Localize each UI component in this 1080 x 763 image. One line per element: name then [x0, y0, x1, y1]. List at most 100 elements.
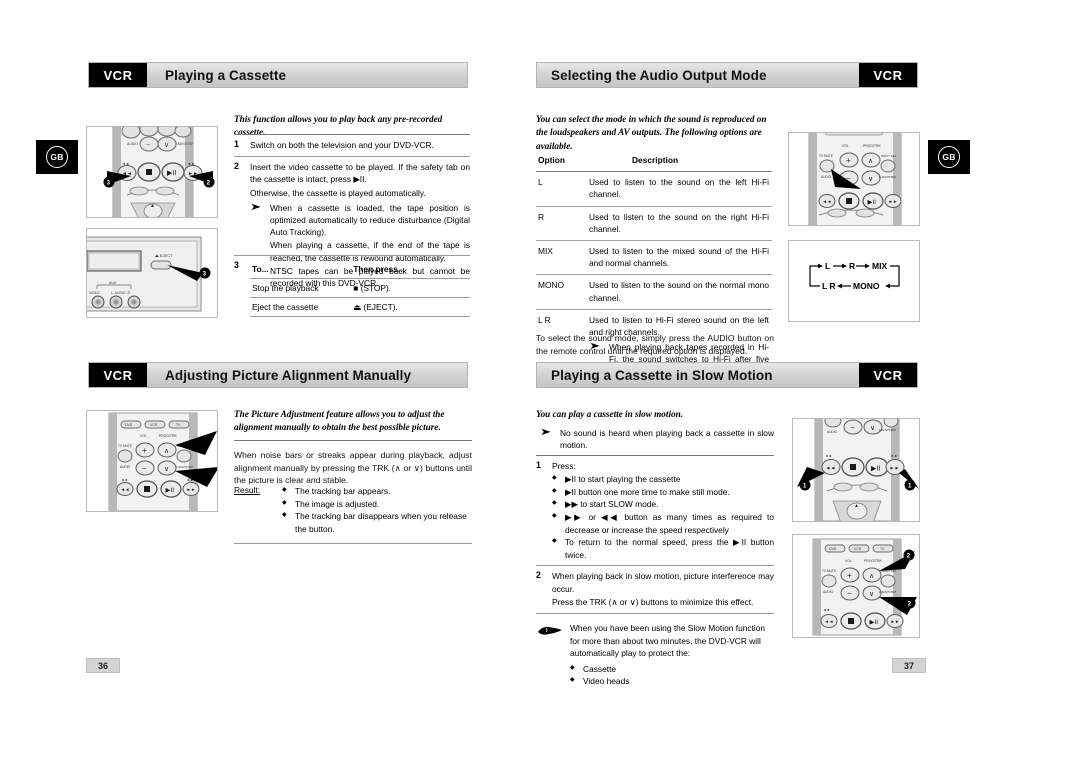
language-badge-right-label: GB	[938, 146, 960, 168]
cell-press: ■ (STOP).	[351, 278, 470, 298]
svg-text:►►: ►►	[891, 619, 900, 624]
svg-text:▶II: ▶II	[166, 487, 175, 494]
svg-text:−: −	[146, 142, 150, 149]
illustration-remote-transport-buttons: AUDIO F.ADV/STEP − ∨ ◄◄ ◄◄ ▶II ►► ►► ▲ 3…	[86, 126, 218, 218]
svg-text:◄◄: ◄◄	[826, 466, 836, 472]
step-row: 2 When playing back in slow motion, pict…	[536, 565, 774, 613]
svg-text:▲: ▲	[150, 203, 155, 209]
step-text: Press: ▶II to start playing the cassette…	[552, 460, 774, 561]
step-number: 1	[234, 139, 239, 149]
press-list: ▶II to start playing the cassette ▶II bu…	[552, 473, 774, 561]
svg-text:TV MUTE: TV MUTE	[118, 444, 132, 448]
hand-note-text: When you have been using the Slow Motion…	[570, 623, 766, 659]
svg-text:PROG/TRK: PROG/TRK	[863, 144, 881, 148]
list-item: ▶II button one more time to make still m…	[552, 486, 774, 499]
list-item: The image is adjusted.	[282, 498, 472, 511]
svg-text:◄◄: ◄◄	[122, 162, 129, 166]
svg-text:∨: ∨	[164, 466, 169, 473]
table-row: MIX Used to listen to the mixed sound of…	[536, 239, 772, 275]
section-tag-vcr: VCR	[859, 63, 917, 87]
hand-note-body: When you have been using the Slow Motion…	[570, 622, 774, 688]
cell-action: Stop the playback	[250, 278, 352, 298]
cell-description: Used to listen to the sound on the right…	[588, 205, 772, 241]
diagram-audio-mode-cycle: L R MIX L R MONO	[788, 240, 920, 322]
svg-text:◄◄: ◄◄	[121, 487, 130, 492]
svg-text:DVD: DVD	[125, 423, 133, 427]
illustration-remote-slow-ff-rew: AUDIO − ∨ F.ADV/STEP ◄◄ ◄◄ ▶II ►► ►► ▲ 1…	[792, 418, 920, 522]
cell-option: MONO	[536, 274, 588, 310]
intro-slow-motion: You can play a cassette in slow motion.	[536, 409, 684, 419]
section-title-slow-motion: Playing a Cassette in Slow Motion	[551, 367, 773, 383]
cell-option: MIX	[536, 239, 588, 275]
section-header-slow-motion: Playing a Cassette in Slow Motion VCR	[536, 362, 918, 388]
step-row: 1 Press: ▶II to start playing the casset…	[536, 455, 774, 565]
svg-text:⏏ EJECT: ⏏ EJECT	[155, 253, 173, 258]
list-item: Cassette	[570, 663, 774, 676]
svg-text:TV MUTE: TV MUTE	[822, 569, 836, 573]
section-header-audio-output: Selecting the Audio Output Mode VCR	[536, 62, 918, 88]
svg-text:◄◄: ◄◄	[823, 608, 830, 612]
svg-text:AUX: AUX	[109, 281, 117, 285]
svg-text:∧: ∧	[868, 158, 873, 165]
arrow-bullet-icon: ➤	[540, 427, 552, 438]
step-line: Press the TRK (∧ or ∨) buttons to minimi…	[552, 596, 754, 607]
language-badge-left: GB	[36, 140, 78, 174]
step-line: Insert the video cassette to be played. …	[250, 162, 470, 185]
svg-text:AUDIO: AUDIO	[823, 590, 834, 594]
svg-text:R: R	[849, 261, 855, 271]
table-row: Eject the cassette ⏏ (EJECT).	[250, 297, 470, 316]
intro-audio-output: You can select the mode in which the sou…	[536, 114, 767, 151]
list-item: To return to the normal speed, press the…	[552, 536, 774, 561]
step-text: When playing back in slow motion, pictur…	[552, 570, 774, 609]
svg-text:VOL: VOL	[845, 559, 852, 563]
svg-text:+: +	[847, 571, 852, 580]
svg-text:AUDIO: AUDIO	[120, 465, 131, 469]
intro-note-text: No sound is heard when playing back a ca…	[560, 428, 774, 451]
svg-text:VCR: VCR	[150, 423, 158, 427]
section-title-audio-output: Selecting the Audio Output Mode	[551, 67, 767, 83]
intro-note-slow-motion: ➤ No sound is heard when playing back a …	[540, 427, 774, 451]
table-row: L Used to listen to the sound on the lef…	[536, 171, 772, 207]
svg-text:∨: ∨	[869, 591, 874, 598]
svg-text:VIDEO: VIDEO	[89, 291, 100, 295]
svg-text:+: +	[846, 156, 851, 165]
steps-slow-motion: 1 Press: ▶II to start playing the casset…	[536, 455, 774, 688]
svg-text:►►: ►►	[188, 162, 195, 166]
table-row: R Used to listen to the sound on the rig…	[536, 205, 772, 241]
svg-text:INPUT SEL.: INPUT SEL.	[881, 154, 897, 158]
steps-bottom-rule	[536, 613, 774, 615]
svg-text:F.ADV/STEP: F.ADV/STEP	[176, 465, 193, 469]
svg-text:◄◄: ◄◄	[121, 478, 128, 482]
section-tag-vcr: VCR	[859, 363, 917, 387]
section-title-picture-alignment: Adjusting Picture Alignment Manually	[165, 367, 412, 383]
intro-picture-alignment: The Picture Adjustment feature allows yo…	[234, 409, 445, 433]
svg-text:VCR: VCR	[854, 547, 862, 551]
svg-text:F.ADV/STEP: F.ADV/STEP	[175, 142, 193, 146]
column-header-description: Description	[588, 150, 772, 173]
note-line: When a cassette is loaded, the tape posi…	[270, 202, 470, 238]
svg-text:▶II: ▶II	[167, 170, 176, 177]
svg-text:TV: TV	[176, 423, 181, 427]
svg-text:◄◄: ◄◄	[823, 199, 832, 204]
svg-text:−: −	[850, 423, 855, 432]
illustration-remote-slow-trk: DVD VCR TV VOL PROG/TRK TV MUTE AUDIO + …	[792, 534, 920, 638]
svg-text:−: −	[142, 464, 147, 473]
svg-text:F.ADV/STEP: F.ADV/STEP	[879, 175, 896, 179]
svg-text:L- AUDIO -R: L- AUDIO -R	[111, 291, 131, 295]
manual-page-spread: GB GB VCR Playing a Cassette AUDIO F.ADV…	[0, 0, 1080, 763]
svg-text:►►: ►►	[891, 454, 898, 458]
cell-description: Used to listen to the mixed sound of the…	[588, 239, 772, 275]
section-tag-vcr: VCR	[89, 63, 147, 87]
section-header-picture-alignment: VCR Adjusting Picture Alignment Manually	[88, 362, 468, 388]
paragraph-picture-alignment: When noise bars or streaks appear during…	[234, 440, 472, 487]
svg-text:MIX: MIX	[872, 261, 887, 271]
step-number: 3	[234, 260, 239, 270]
svg-text:AUDIO: AUDIO	[821, 175, 832, 179]
cell-press: ⏏ (EJECT).	[351, 297, 470, 316]
svg-text:F.ADV/STEP: F.ADV/STEP	[879, 428, 896, 432]
list-item: The tracking bar appears.	[282, 485, 472, 498]
svg-text:TV MUTE: TV MUTE	[819, 154, 833, 158]
result-block-picture-alignment: Result: The tracking bar appears. The im…	[234, 485, 472, 545]
svg-text:∨: ∨	[868, 176, 873, 183]
step-number: 2	[536, 570, 541, 581]
